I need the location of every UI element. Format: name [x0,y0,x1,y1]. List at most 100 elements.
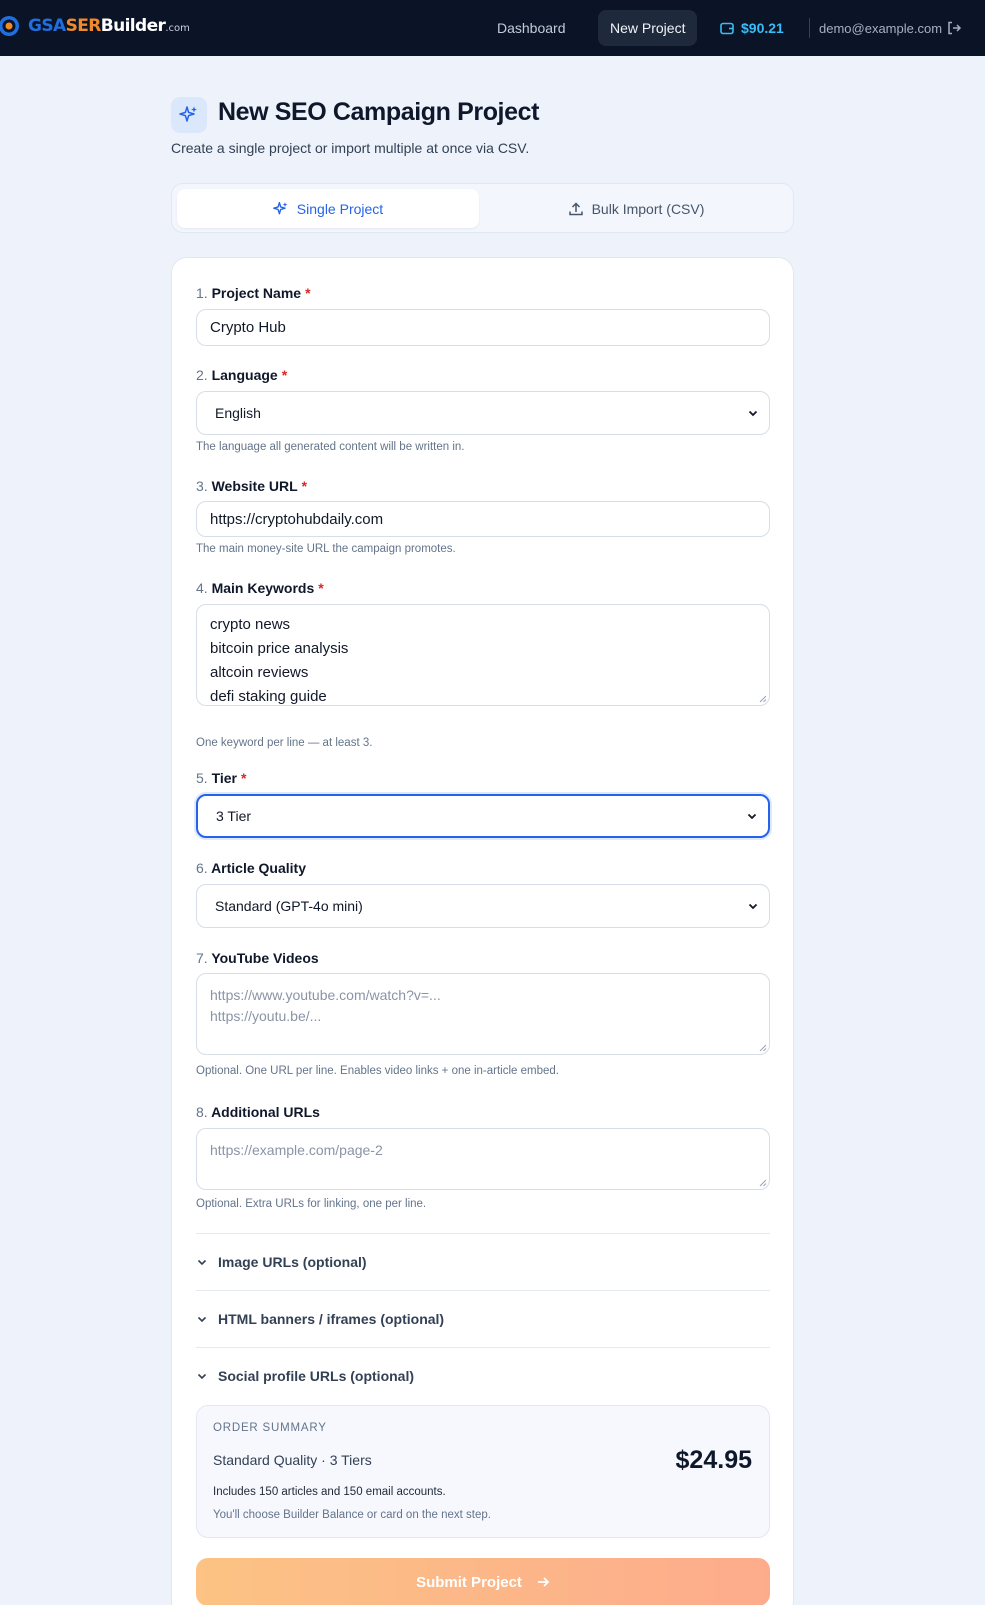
page-subtitle: Create a single project or import multip… [171,140,530,156]
field-label-text: Project Name [211,285,302,301]
html-banners-toggle[interactable]: HTML banners / iframes (optional) [196,1307,444,1331]
field-label-text: Article Quality [211,860,306,876]
wallet-icon [720,22,734,35]
required-marker: * [281,367,288,383]
nav-dashboard[interactable]: Dashboard [497,10,566,46]
payment-note: You'll choose Builder Balance or card on… [213,1509,491,1521]
order-includes: Includes 150 articles and 150 email acco… [213,1486,446,1498]
website-url-help: The main money-site URL the campaign pro… [196,543,456,555]
chevron-down-icon [748,410,758,417]
order-summary: ORDER SUMMARY Standard Quality · 3 Tiers… [196,1405,770,1538]
website-url-value: https://cryptohubdaily.com [210,510,384,528]
nav-new-project[interactable]: New Project [598,10,698,46]
field-number: 3. [196,478,208,494]
required-marker: * [241,770,247,786]
language-value: English [215,405,261,421]
field-label-text: YouTube Videos [211,950,319,966]
section-divider [196,1347,770,1348]
brand-com: .com [165,23,190,34]
brand-ser: SER [65,16,102,36]
project-name-label: 1. Project Name * [196,285,311,301]
brand-builder: Builder [100,16,166,36]
youtube-label: 7. YouTube Videos [196,950,319,966]
additional-urls-textarea[interactable]: https://example.com/page-2 [196,1128,770,1190]
chevron-down-icon [197,1316,207,1323]
keyword-line: altcoin reviews [210,664,309,681]
resize-handle-icon[interactable] [759,695,767,703]
chevron-down-icon [197,1373,207,1380]
field-number: 1. [196,285,208,301]
balance-link[interactable]: $90.21 [720,18,784,38]
brand-gsa: GSA [28,16,66,36]
social-profiles-label: Social profile URLs (optional) [218,1368,415,1384]
page-title: New SEO Campaign Project [218,98,540,126]
mode-tabs: Single Project Bulk Import (CSV) [171,183,794,233]
image-urls-label: Image URLs (optional) [218,1254,367,1270]
field-number: 5. [196,770,208,786]
project-name-input[interactable]: Crypto Hub [196,309,770,346]
tab-bulk-label: Bulk Import (CSV) [591,200,705,217]
chevron-down-icon [748,903,758,910]
user-menu: demo@example.com [819,18,962,38]
additional-urls-label: 8. Additional URLs [196,1104,320,1120]
resize-handle-icon[interactable] [759,1044,767,1052]
field-label-text: Tier [211,770,238,786]
logout-icon[interactable] [946,20,962,36]
tab-bulk-import[interactable]: Bulk Import (CSV) [482,189,790,228]
nav-divider [809,18,810,38]
sparkles-icon [272,201,288,214]
required-marker: * [301,478,308,494]
youtube-help: Optional. One URL per line. Enables vide… [196,1065,559,1077]
user-email: demo@example.com [819,20,943,36]
section-divider [196,1233,770,1234]
tab-single-label: Single Project [296,200,384,217]
submit-label: Submit Project [416,1573,522,1591]
keyword-line: crypto news [210,616,291,633]
section-divider [196,1290,770,1291]
field-label-text: Website URL [211,478,298,494]
language-select[interactable]: English [196,391,770,435]
top-navbar: GSASERBuilder.com Dashboard New Project … [0,0,985,56]
website-url-input[interactable]: https://cryptohubdaily.com [196,501,770,537]
article-quality-label: 6. Article Quality [196,860,306,876]
additional-urls-placeholder: https://example.com/page-2 [210,1142,383,1158]
field-label-text: Main Keywords [211,580,315,596]
upload-icon [568,201,583,215]
arrow-right-icon [537,1577,550,1587]
html-banners-label: HTML banners / iframes (optional) [218,1311,445,1327]
balance-amount: $90.21 [741,20,784,36]
submit-project-button[interactable]: Submit Project [196,1558,770,1605]
article-quality-select[interactable]: Standard (GPT-4o mini) [196,884,770,928]
tier-label: 5. Tier * [196,770,246,786]
field-label-text: Language [211,367,278,383]
required-marker: * [318,580,324,596]
field-number: 2. [196,367,208,383]
order-summary-heading: ORDER SUMMARY [213,1422,327,1434]
brand-name: GSASERBuilder.com [28,16,190,36]
tier-value: 3 Tier [216,808,252,824]
logo-icon [0,16,19,36]
field-number: 6. [196,860,208,876]
additional-urls-help: Optional. Extra URLs for linking, one pe… [196,1198,427,1210]
project-form-card [171,257,794,1605]
resize-handle-icon[interactable] [759,1179,767,1187]
keyword-line: defi staking guide [210,688,327,705]
keywords-label: 4. Main Keywords * [196,580,324,596]
youtube-placeholder: https://www.youtube.com/watch?v=... [210,987,441,1003]
youtube-textarea[interactable]: https://www.youtube.com/watch?v=... http… [196,973,770,1055]
chevron-down-icon [747,813,757,820]
brand-logo[interactable]: GSASERBuilder.com [0,12,190,40]
article-quality-value: Standard (GPT-4o mini) [215,898,363,914]
image-urls-toggle[interactable]: Image URLs (optional) [196,1250,367,1274]
field-number: 7. [196,950,208,966]
tab-single-project[interactable]: Single Project [177,189,479,228]
language-help: The language all generated content will … [196,441,465,453]
chevron-down-icon [197,1259,207,1266]
keywords-textarea[interactable]: crypto news bitcoin price analysis altco… [196,604,770,706]
required-marker: * [305,285,311,301]
field-label-text: Additional URLs [211,1104,320,1120]
project-name-value: Crypto Hub [210,319,286,336]
social-profiles-toggle[interactable]: Social profile URLs (optional) [196,1364,414,1388]
keywords-help: One keyword per line — at least 3. [196,737,373,749]
tier-select[interactable]: 3 Tier [196,794,770,838]
